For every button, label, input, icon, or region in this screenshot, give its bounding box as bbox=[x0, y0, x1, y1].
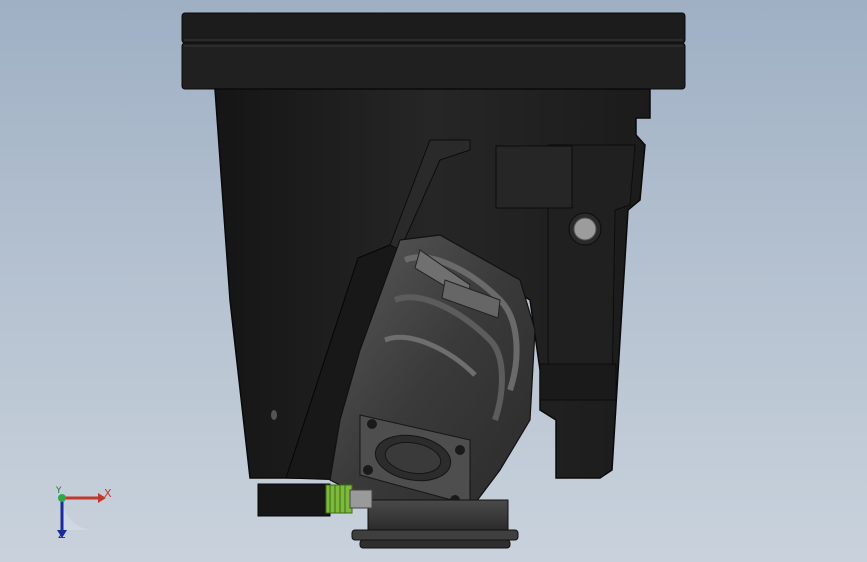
3d-model[interactable] bbox=[0, 0, 867, 562]
z-axis-label: Z bbox=[58, 528, 66, 541]
graphics-viewport[interactable]: X Y Z bbox=[0, 0, 867, 562]
lid bbox=[181, 12, 686, 90]
bottom-flange bbox=[351, 499, 519, 549]
x-axis-label: X bbox=[104, 487, 112, 500]
y-axis-label: Y bbox=[56, 486, 62, 496]
